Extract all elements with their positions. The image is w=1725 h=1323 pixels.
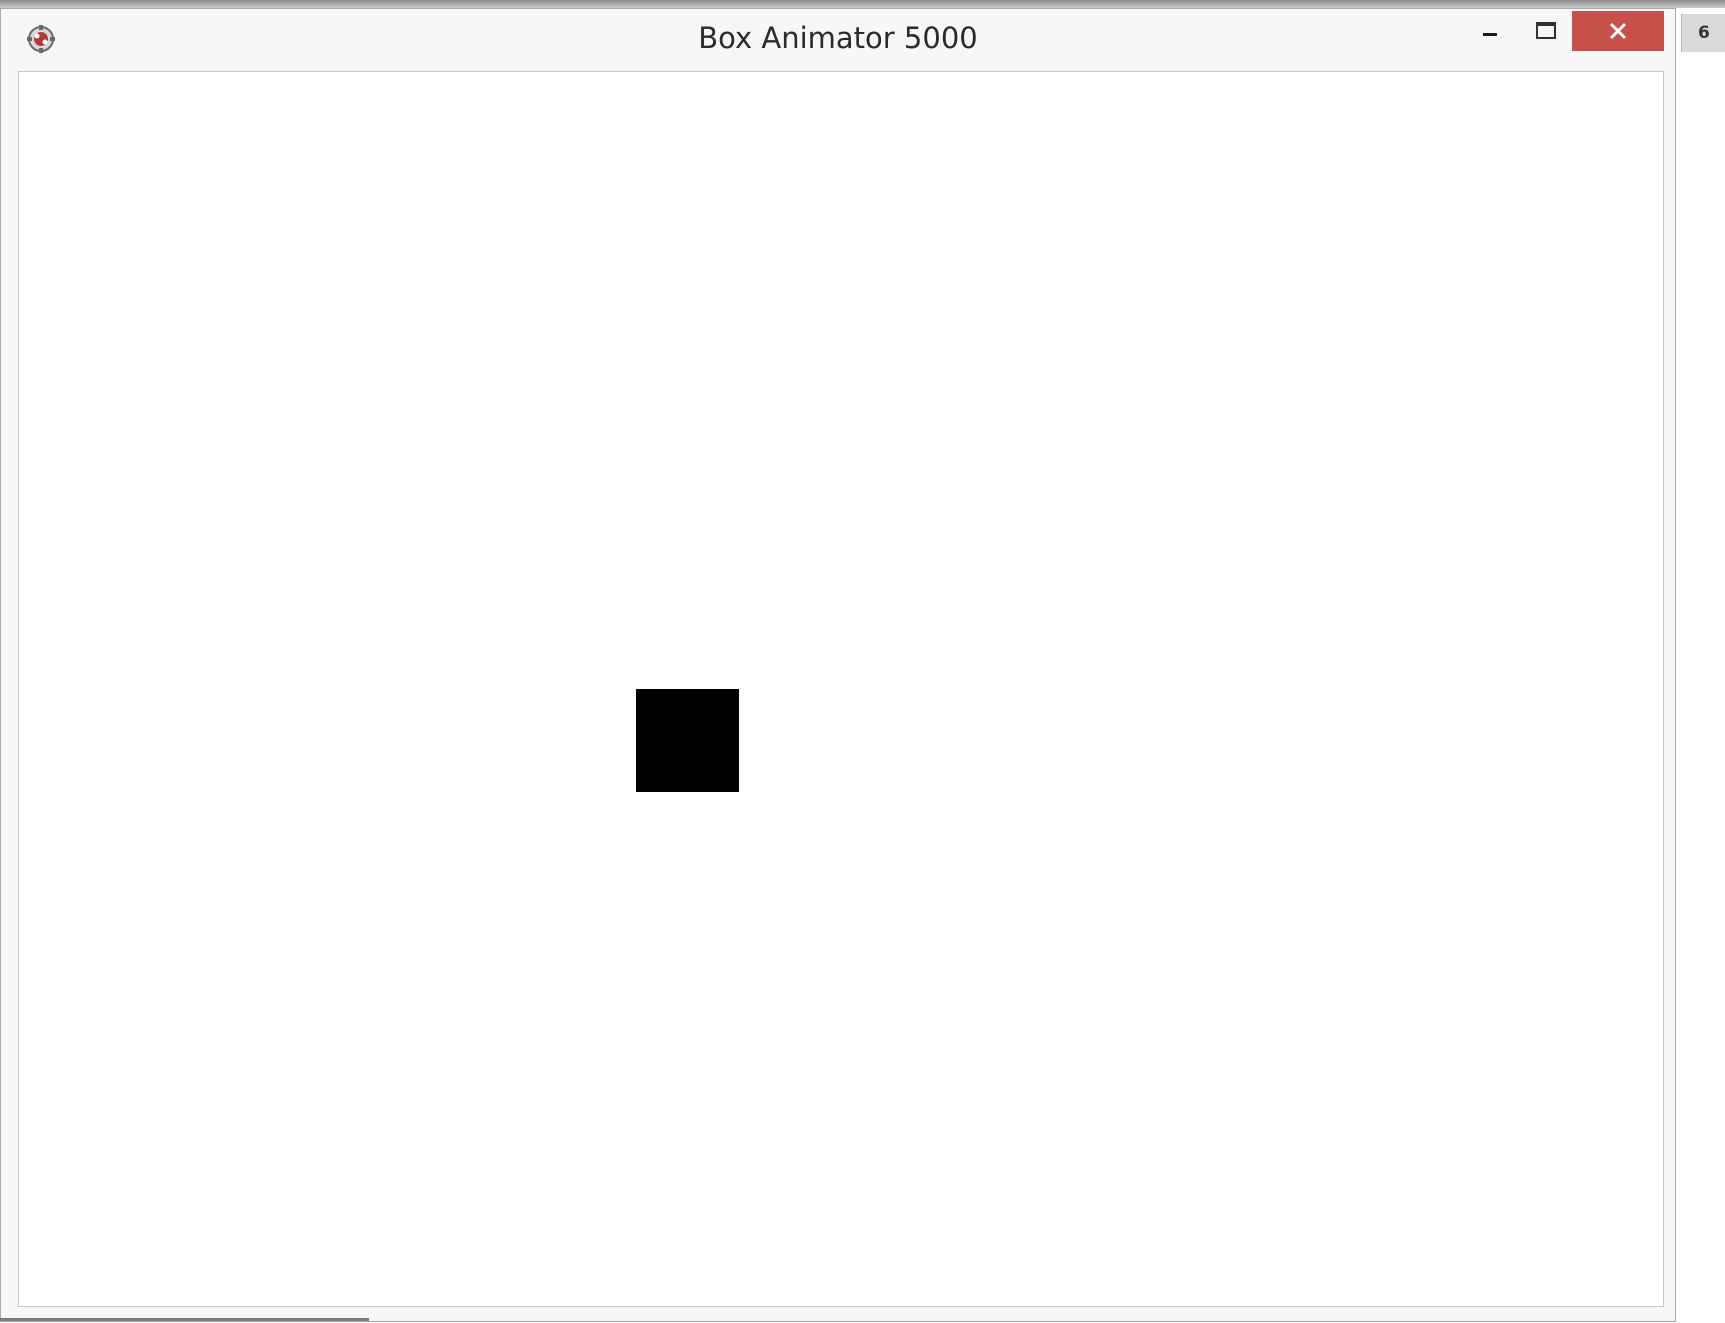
close-icon	[1609, 22, 1627, 40]
window-title: Box Animator 5000	[698, 21, 978, 55]
maximize-icon	[1536, 22, 1556, 39]
minimize-button[interactable]	[1467, 11, 1513, 51]
taskbar-edge	[0, 1318, 369, 1321]
minimize-icon	[1483, 33, 1497, 36]
animated-box	[636, 689, 739, 792]
close-button[interactable]	[1572, 11, 1664, 51]
background-window-tab[interactable]: 6	[1681, 14, 1725, 52]
title-bar[interactable]: Box Animator 5000	[1, 9, 1675, 71]
animation-canvas[interactable]	[18, 71, 1664, 1307]
app-window: Box Animator 5000	[0, 8, 1676, 1322]
maximize-button[interactable]	[1521, 11, 1571, 51]
background-window-edge	[1680, 0, 1725, 1323]
screen-top-edge	[0, 0, 1725, 8]
